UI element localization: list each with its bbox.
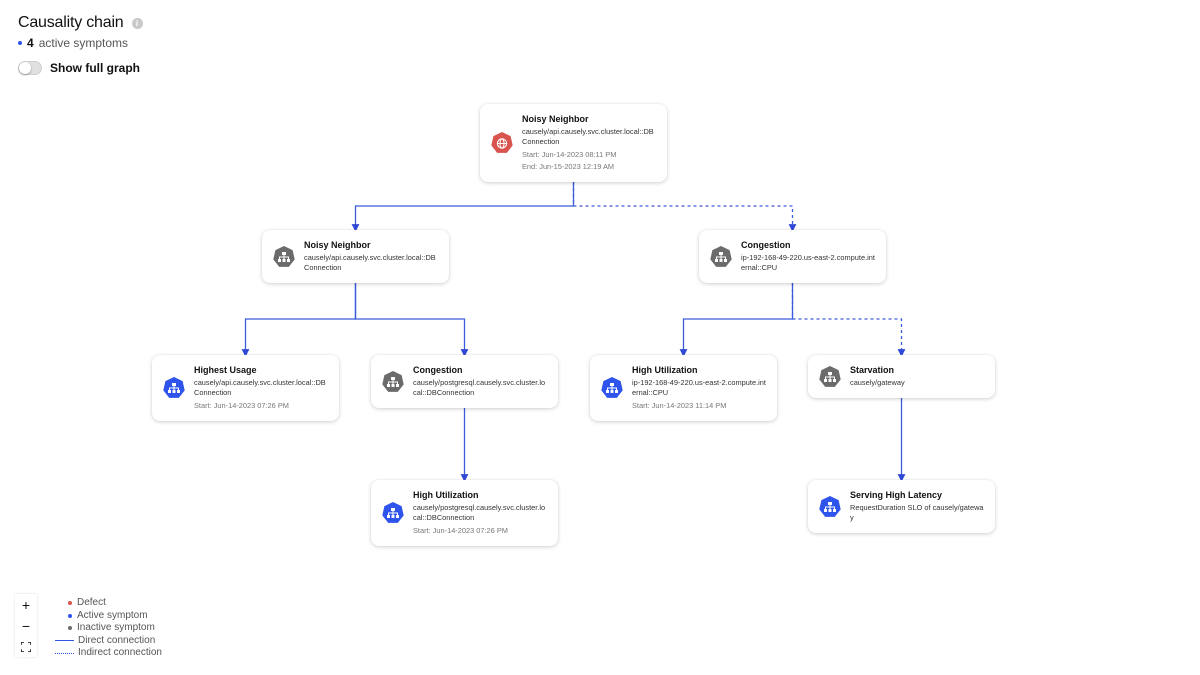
- legend-active-label: Active symptom: [77, 609, 148, 621]
- legend: Defect Active symptom Inactive symptom D…: [55, 597, 162, 660]
- node-end-time: End: Jun-15-2023 12:19 AM: [522, 162, 615, 171]
- hierarchy-icon: [382, 370, 404, 393]
- inactive-dot-icon: [68, 626, 72, 631]
- legend-indirect: Indirect connection: [55, 647, 162, 660]
- node-card-n3[interactable]: Congestion ip-192-168-49-220.us-east-2.co…: [699, 230, 886, 283]
- node-name: Noisy Neighbor: [522, 114, 589, 124]
- node-name: Congestion: [741, 240, 791, 250]
- node-name: Serving High Latency: [850, 490, 943, 500]
- zoom-in-button[interactable]: +: [15, 594, 37, 615]
- node-card-n5[interactable]: Congestion causely/postgresql.causely.svc…: [371, 355, 558, 408]
- legend-active: Active symptom: [55, 610, 162, 623]
- edge-direct-n2-n4: [241, 283, 357, 357]
- legend-inactive: Inactive symptom: [55, 622, 162, 635]
- hierarchy-icon: [710, 245, 732, 268]
- node-entity: causely/postgresql.causely.svc.cluster.l…: [413, 503, 546, 522]
- edge-indirect-n1-n3: [572, 182, 797, 232]
- node-card-n1[interactable]: Noisy Neighbor causely/api.causely.svc.cl…: [480, 104, 667, 182]
- node-card-n9[interactable]: Serving High Latency RequestDuration SLO …: [808, 480, 995, 533]
- node-name: Starvation: [850, 365, 895, 375]
- hierarchy-icon: [382, 502, 404, 524]
- node-name: Congestion: [413, 365, 463, 375]
- edge-direct-n3-n6: [679, 283, 794, 357]
- node-start-time: Start: Jun-14-2023 07:26 PM: [194, 401, 289, 410]
- node-entity: ip-192-168-49-220.us-east-2.compute.inte…: [741, 253, 875, 272]
- node-entity: RequestDuration SLO of causely/gateway: [850, 503, 984, 522]
- hierarchy-icon: [819, 495, 841, 518]
- zoom-out-button[interactable]: −: [15, 615, 37, 636]
- node-card-n6[interactable]: High Utilization ip-192-168-49-220.us-eas…: [590, 355, 777, 421]
- node-entity: causely/gateway: [850, 378, 905, 387]
- edge-indirect-n3-n7: [791, 283, 906, 357]
- node-card-n2[interactable]: Noisy Neighbor causely/api.causely.svc.cl…: [262, 230, 449, 283]
- node-name: Highest Usage: [194, 365, 257, 375]
- hierarchy-icon: [163, 377, 185, 399]
- fit-view-button[interactable]: [15, 636, 37, 657]
- node-card-n7[interactable]: Starvation causely/gateway: [808, 355, 995, 398]
- node-name: High Utilization: [632, 365, 698, 375]
- indirect-line-icon: [55, 652, 74, 654]
- legend-direct: Direct connection: [55, 635, 162, 648]
- zoom-controls: + −: [15, 594, 37, 657]
- node-entity: ip-192-168-49-220.us-east-2.compute.inte…: [632, 378, 766, 397]
- edges-layer: [241, 182, 906, 482]
- active-dot-icon: [68, 613, 72, 618]
- hierarchy-icon: [819, 365, 841, 388]
- fit-view-icon: [21, 641, 31, 652]
- legend-direct-label: Direct connection: [78, 634, 156, 646]
- edge-direct-n1-n2: [351, 182, 575, 232]
- edge-direct-n2-n5: [354, 283, 469, 357]
- direct-line-icon: [55, 640, 74, 642]
- node-card-n8[interactable]: High Utilization causely/postgresql.cause…: [371, 480, 558, 546]
- node-start-time: Start: Jun-14-2023 07:26 PM: [413, 526, 508, 535]
- globe-icon: [491, 132, 513, 154]
- hierarchy-icon: [273, 245, 295, 268]
- legend-inactive-label: Inactive symptom: [77, 622, 155, 633]
- node-start-time: Start: Jun-14-2023 11:14 PM: [632, 401, 727, 410]
- node-entity: causely/api.causely.svc.cluster.local::D…: [304, 253, 436, 272]
- legend-defect-label: Defect: [77, 597, 106, 608]
- hierarchy-icon: [601, 377, 623, 399]
- node-start-time: Start: Jun-14-2023 08:11 PM: [522, 150, 617, 159]
- node-card-n4[interactable]: Highest Usage causely/api.causely.svc.clu…: [152, 355, 339, 421]
- legend-defect: Defect: [55, 597, 162, 610]
- node-name: Noisy Neighbor: [304, 240, 371, 250]
- node-entity: causely/api.causely.svc.cluster.local::D…: [194, 378, 326, 397]
- legend-indirect-label: Indirect connection: [78, 647, 162, 658]
- node-entity: causely/api.causely.svc.cluster.local::D…: [522, 127, 654, 146]
- node-entity: causely/postgresql.causely.svc.cluster.l…: [413, 378, 546, 397]
- node-name: High Utilization: [413, 490, 479, 500]
- defect-dot-icon: [68, 601, 72, 606]
